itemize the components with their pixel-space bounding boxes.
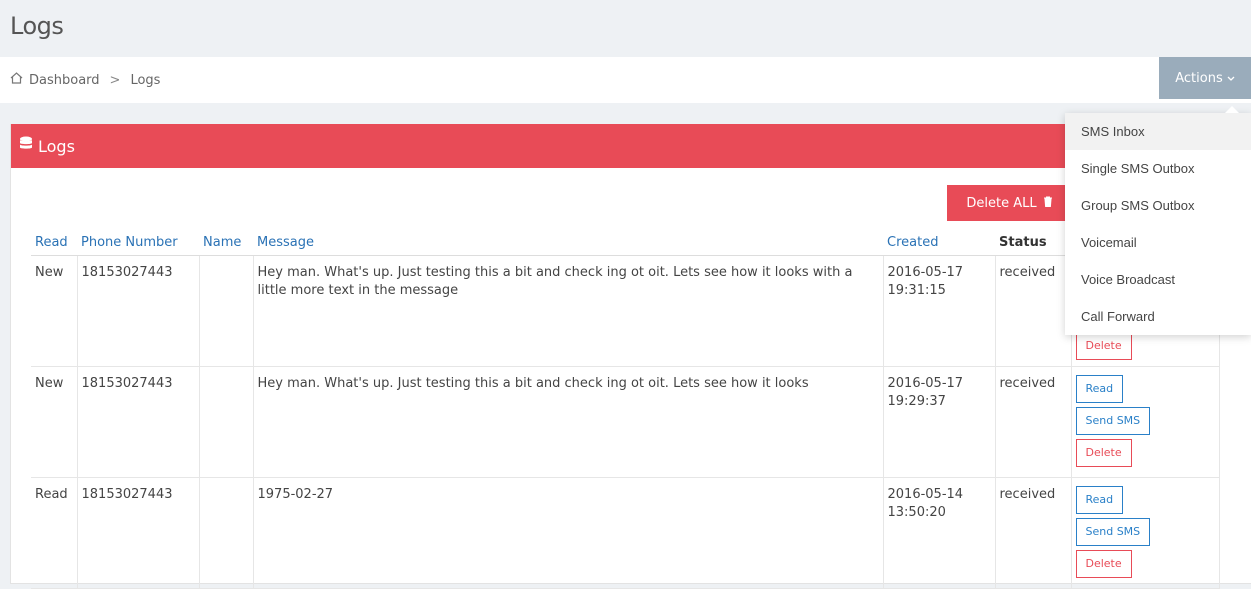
cell-status: received: [995, 477, 1072, 589]
cell-read: Read: [31, 477, 78, 589]
page-title: Logs: [10, 12, 64, 40]
cell-message: Hey man. What's up. Just testing this a …: [253, 366, 884, 478]
cell-created: 2016-05-17 19:29:37: [883, 366, 996, 478]
cell-created: 2016-05-17 19:31:15: [883, 255, 996, 367]
read-button[interactable]: Read: [1075, 375, 1124, 403]
table-header-row: Read Phone Number Name Message Created S…: [31, 229, 1219, 256]
breadcrumb-bar: Dashboard > Logs Actions: [0, 57, 1251, 103]
cell-read: New: [31, 255, 78, 367]
menu-item-group-sms-outbox[interactable]: Group SMS Outbox: [1065, 187, 1251, 224]
header-message[interactable]: Message: [253, 229, 883, 256]
header-created[interactable]: Created: [883, 229, 995, 256]
header-phone[interactable]: Phone Number: [77, 229, 199, 256]
chevron-down-icon: [1227, 71, 1235, 86]
cell-name: [199, 477, 254, 589]
breadcrumb-current: Logs: [130, 72, 161, 88]
dropdown-caret: [1225, 106, 1239, 113]
read-button[interactable]: Read: [1075, 486, 1124, 514]
menu-item-single-sms-outbox[interactable]: Single SMS Outbox: [1065, 150, 1251, 187]
cell-status: received: [995, 255, 1072, 367]
actions-label: Actions: [1175, 70, 1223, 86]
cell-phone: 18153027443: [77, 477, 200, 589]
table-row: New 18153027443 Hey man. What's up. Just…: [31, 255, 1220, 367]
actions-dropdown-menu: SMS Inbox Single SMS Outbox Group SMS Ou…: [1065, 106, 1251, 335]
delete-button[interactable]: Delete: [1075, 332, 1132, 360]
breadcrumb-dashboard-link[interactable]: Dashboard: [29, 73, 100, 88]
menu-item-voicemail[interactable]: Voicemail: [1065, 224, 1251, 261]
cell-name: [199, 366, 254, 478]
header-read[interactable]: Read: [31, 229, 77, 256]
cell-message: 1975-02-27: [253, 477, 884, 589]
home-icon[interactable]: [10, 72, 23, 88]
database-icon: [19, 136, 33, 156]
menu-item-voice-broadcast[interactable]: Voice Broadcast: [1065, 261, 1251, 298]
breadcrumb-separator: >: [109, 72, 121, 88]
cell-status: received: [995, 366, 1072, 478]
breadcrumb: Dashboard > Logs: [10, 72, 160, 88]
header-status: Status: [995, 229, 1071, 256]
actions-button[interactable]: Actions: [1159, 57, 1251, 99]
header-name[interactable]: Name: [199, 229, 253, 256]
menu-item-call-forward[interactable]: Call Forward: [1065, 298, 1251, 335]
cell-actions: Read Send SMS Delete: [1071, 366, 1220, 478]
cell-read: New: [31, 366, 78, 478]
table-row: Read 18153027443 1975-02-27 2016-05-14 1…: [31, 477, 1220, 589]
cell-name: [199, 255, 254, 367]
cell-created: 2016-05-14 13:50:20: [883, 477, 996, 589]
cell-actions: Read Send SMS Delete: [1071, 477, 1220, 589]
cell-phone: 18153027443: [77, 255, 200, 367]
table-row: New 18153027443 Hey man. What's up. Just…: [31, 366, 1220, 478]
delete-button[interactable]: Delete: [1075, 439, 1132, 467]
delete-all-label: Delete ALL: [966, 195, 1037, 211]
send-sms-button[interactable]: Send SMS: [1075, 407, 1151, 435]
delete-all-button[interactable]: Delete ALL: [947, 185, 1072, 221]
menu-item-sms-inbox[interactable]: SMS Inbox: [1065, 113, 1251, 150]
logs-table: Read Phone Number Name Message Created S…: [31, 229, 1220, 589]
trash-icon: [1043, 196, 1053, 211]
panel-title: Logs: [38, 136, 75, 156]
cell-message: Hey man. What's up. Just testing this a …: [253, 255, 884, 367]
delete-button[interactable]: Delete: [1075, 550, 1132, 578]
send-sms-button[interactable]: Send SMS: [1075, 518, 1151, 546]
cell-phone: 18153027443: [77, 366, 200, 478]
